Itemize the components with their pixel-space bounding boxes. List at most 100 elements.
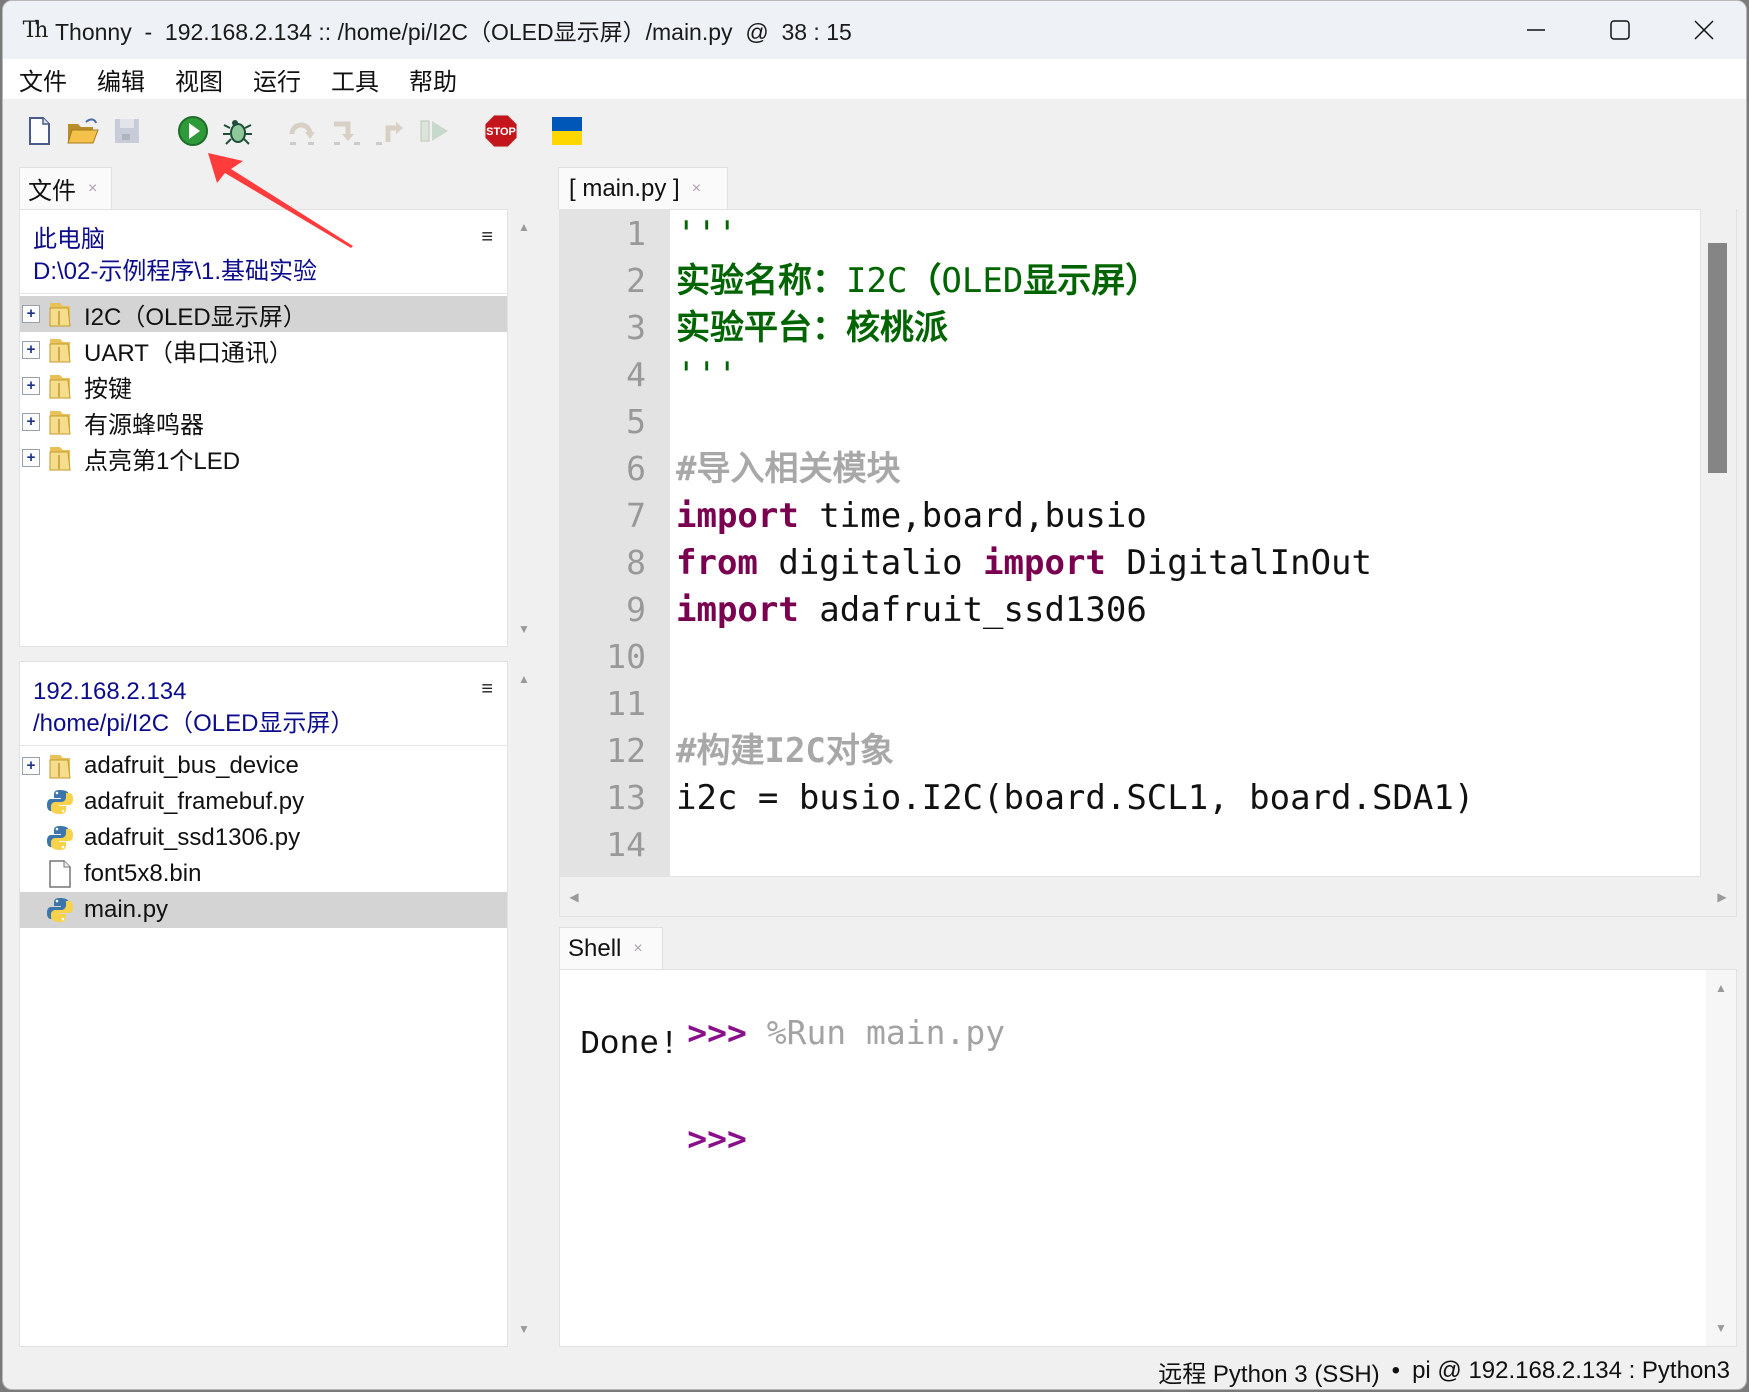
code-line[interactable]: ''' bbox=[676, 214, 737, 254]
line-number: 6 bbox=[626, 449, 646, 488]
step-out-button[interactable] bbox=[373, 113, 409, 149]
tree-item[interactable]: + adafruit_bus_device bbox=[20, 748, 507, 784]
scroll-up-icon[interactable]: ▲ bbox=[509, 217, 539, 237]
editor-vertical-scrollbar[interactable] bbox=[1701, 209, 1737, 877]
menu-edit[interactable]: 编辑 bbox=[95, 60, 147, 99]
shell-tab-close-icon[interactable]: × bbox=[633, 940, 642, 958]
file-icon bbox=[49, 860, 71, 888]
shell-scrollbar[interactable]: ▲ ▼ bbox=[1706, 970, 1736, 1346]
scroll-down-icon[interactable]: ▼ bbox=[509, 619, 539, 639]
scroll-down-icon[interactable]: ▼ bbox=[509, 1319, 539, 1339]
code-line[interactable]: import adafruit_ssd1306 bbox=[676, 590, 1147, 630]
remote-path-header: 192.168.2.134 /home/pi/I2C（OLED显示屏） ≡ bbox=[20, 662, 507, 746]
expand-icon[interactable]: + bbox=[22, 757, 40, 775]
scroll-right-icon[interactable]: ▶ bbox=[1712, 887, 1732, 907]
tab-shell[interactable]: Shell × bbox=[559, 927, 663, 969]
folder-icon-wrap bbox=[46, 407, 74, 437]
tree-item[interactable]: adafruit_framebuf.py bbox=[20, 784, 507, 820]
connection-status[interactable]: pi @ 192.168.2.134 : Python3 bbox=[1412, 1357, 1730, 1385]
code-line[interactable]: #构建I2C对象 bbox=[676, 731, 894, 771]
shell-console[interactable]: >>> %Run main.py Done! >>> ▲ ▼ bbox=[559, 969, 1737, 1347]
tree-item-label: I2C（OLED显示屏） bbox=[84, 303, 307, 331]
code-line[interactable]: #导入相关模块 bbox=[676, 449, 900, 489]
editor-tab-close-icon[interactable]: × bbox=[692, 180, 701, 198]
save-icon bbox=[115, 119, 139, 143]
tree-item[interactable]: + I2C（OLED显示屏） bbox=[20, 296, 507, 332]
menu-file[interactable]: 文件 bbox=[17, 60, 69, 99]
tree-item[interactable]: + 点亮第1个LED bbox=[20, 440, 507, 476]
step-over-button[interactable] bbox=[285, 113, 321, 149]
local-menu-icon[interactable]: ≡ bbox=[481, 226, 493, 249]
tree-item[interactable]: + 有源蜂鸣器 bbox=[20, 404, 507, 440]
code-line[interactable]: 实验名称：I2C（OLED显示屏） bbox=[676, 261, 1159, 301]
tree-item[interactable]: + UART（串口通讯） bbox=[20, 332, 507, 368]
open-file-button[interactable] bbox=[65, 113, 101, 149]
code-line[interactable]: 实验平台：核桃派 bbox=[676, 308, 948, 348]
code-token: DigitalInOut bbox=[1105, 543, 1372, 583]
code-token: #构建I2C对象 bbox=[676, 731, 894, 771]
expand-icon[interactable]: + bbox=[22, 449, 40, 467]
save-file-button[interactable] bbox=[109, 113, 145, 149]
shell-input-line[interactable]: >>> bbox=[568, 1080, 747, 1197]
shell-tab-label: Shell bbox=[568, 934, 622, 962]
remote-path-breadcrumb[interactable]: /home/pi/I2C（OLED显示屏） bbox=[33, 708, 507, 740]
folder-icon bbox=[49, 755, 71, 779]
close-icon bbox=[1694, 20, 1714, 40]
step-out-icon bbox=[376, 122, 403, 145]
debug-button[interactable] bbox=[219, 113, 255, 149]
remote-location-link[interactable]: 192.168.2.134 bbox=[33, 676, 507, 708]
line-number: 9 bbox=[626, 590, 646, 629]
local-path-header: 此电脑 D:\02-示例程序\1.基础实验 ≡ bbox=[20, 210, 507, 294]
code-token: ''' bbox=[676, 214, 738, 254]
menu-tools[interactable]: 工具 bbox=[329, 60, 381, 99]
tree-item[interactable]: main.py bbox=[20, 892, 507, 928]
status-separator: • bbox=[1391, 1357, 1401, 1384]
code-editor[interactable]: 1 2 3 4 5 6 7 8 9 10 11 12 13 14 ''' 实验名称：I2C（OLED显示屏）… bbox=[559, 209, 1701, 877]
support-ukraine-button[interactable] bbox=[549, 113, 585, 149]
scroll-left-icon[interactable]: ◀ bbox=[564, 887, 584, 907]
stop-button[interactable]: STOP bbox=[483, 113, 519, 149]
expand-icon[interactable]: + bbox=[22, 341, 40, 359]
expand-icon[interactable]: + bbox=[22, 377, 40, 395]
run-button[interactable] bbox=[175, 113, 211, 149]
new-file-button[interactable] bbox=[21, 113, 57, 149]
tree-item[interactable]: adafruit_ssd1306.py bbox=[20, 820, 507, 856]
tree-item[interactable]: + 按键 bbox=[20, 368, 507, 404]
expand-icon[interactable]: + bbox=[22, 413, 40, 431]
tab-files-label: 文件 bbox=[28, 178, 76, 205]
tab-files[interactable]: 文件 × bbox=[19, 167, 112, 209]
menu-view[interactable]: 视图 bbox=[173, 60, 225, 99]
remote-menu-icon[interactable]: ≡ bbox=[481, 678, 493, 701]
line-number: 12 bbox=[606, 731, 646, 770]
tree-item[interactable]: font5x8.bin bbox=[20, 856, 507, 892]
remote-tree-scrollbar[interactable]: ▲ ▼ bbox=[509, 661, 539, 1347]
scroll-down-icon[interactable]: ▼ bbox=[1706, 1318, 1736, 1338]
tab-main-py[interactable]: [ main.py ] × bbox=[558, 167, 728, 209]
scroll-up-icon[interactable]: ▲ bbox=[509, 669, 539, 689]
minimize-button[interactable] bbox=[1494, 1, 1578, 59]
expand-icon[interactable]: + bbox=[22, 305, 40, 323]
step-into-button[interactable] bbox=[329, 113, 365, 149]
local-path-breadcrumb[interactable]: D:\02-示例程序\1.基础实验 bbox=[33, 256, 507, 288]
menu-help[interactable]: 帮助 bbox=[407, 60, 459, 99]
line-number: 11 bbox=[606, 684, 646, 723]
code-line[interactable]: i2c = busio.I2C(board.SCL1, board.SDA1) bbox=[676, 778, 1474, 818]
python-file-icon-wrap bbox=[46, 895, 74, 925]
code-line[interactable]: ''' bbox=[676, 355, 737, 395]
menu-run[interactable]: 运行 bbox=[251, 60, 303, 99]
editor-scroll-thumb[interactable] bbox=[1708, 243, 1727, 473]
local-tree-scrollbar[interactable]: ▲ ▼ bbox=[509, 209, 539, 647]
tree-item-label: main.py bbox=[84, 896, 169, 923]
close-button[interactable] bbox=[1662, 1, 1746, 59]
run-icon bbox=[178, 116, 208, 146]
code-line[interactable]: import time,board,busio bbox=[676, 496, 1147, 536]
maximize-button[interactable] bbox=[1578, 1, 1662, 59]
interpreter-status[interactable]: 远程 Python 3 (SSH) bbox=[1158, 1354, 1379, 1389]
tab-files-close-icon[interactable]: × bbox=[88, 180, 97, 198]
remote-files-pane: 192.168.2.134 /home/pi/I2C（OLED显示屏） ≡ + a… bbox=[19, 661, 508, 1347]
resume-button[interactable] bbox=[417, 113, 453, 149]
editor-horizontal-scrollbar[interactable]: ◀ ▶ bbox=[559, 877, 1737, 917]
code-line[interactable]: from digitalio import DigitalInOut bbox=[676, 543, 1372, 583]
scroll-up-icon[interactable]: ▲ bbox=[1706, 978, 1736, 998]
local-location-link[interactable]: 此电脑 bbox=[33, 224, 507, 256]
